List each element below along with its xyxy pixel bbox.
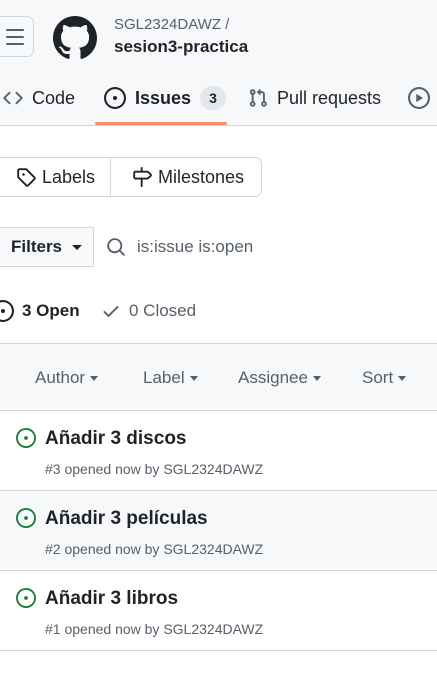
button-divider [110, 158, 111, 196]
issue-state-toggle: 3 Open 0 Closed [0, 298, 437, 324]
milestone-icon [133, 167, 152, 187]
issue-opened-icon [16, 588, 36, 608]
git-pull-request-icon [249, 88, 267, 107]
repo-name[interactable]: sesion3-practica [114, 37, 248, 57]
tab-actions[interactable] [408, 80, 437, 116]
milestones-button-label: Milestones [158, 166, 245, 187]
repo-tabs: Code Issues 3 Pull requests [0, 80, 437, 126]
hamburger-icon-bar [6, 43, 24, 45]
search-box[interactable] [93, 227, 437, 267]
sort-dropdown[interactable]: Sort [362, 368, 407, 388]
search-icon [107, 238, 125, 256]
github-logo-icon[interactable] [53, 16, 97, 60]
caret-down-icon [72, 244, 83, 250]
issue-title-link[interactable]: Añadir 3 películas [45, 508, 208, 530]
label-dropdown[interactable]: Label [143, 368, 198, 388]
closed-issues-link[interactable]: 0 Closed [101, 298, 196, 324]
tab-code-label: Code [32, 87, 76, 108]
active-tab-underline [95, 122, 227, 125]
labels-milestones-group: Labels Milestones [0, 157, 262, 197]
author-dropdown[interactable]: Author [35, 368, 99, 388]
filter-search-bar: Filters [0, 227, 437, 267]
open-issues-label: 3 Open [22, 301, 80, 320]
author-label: Author [35, 368, 86, 387]
repo-owner[interactable]: SGL2324DAWZ / [114, 16, 229, 33]
code-icon [3, 91, 23, 105]
tab-code[interactable]: Code [3, 80, 75, 116]
sort-label: Sort [362, 368, 394, 387]
filters-dropdown[interactable]: Filters [0, 228, 93, 266]
filters-label: Filters [11, 237, 63, 256]
assignee-label: Assignee [238, 368, 308, 387]
milestones-button[interactable]: Milestones [132, 158, 244, 196]
issues-filter-bar: Author Label Assignee Sort [0, 343, 437, 411]
issue-opened-icon [16, 508, 36, 528]
issues-count-badge: 3 [200, 86, 227, 110]
repo-header: SGL2324DAWZ / sesion3-practica Code Issu… [0, 0, 437, 126]
tab-issues-label: Issues [135, 87, 192, 108]
tab-pull-requests-label: Pull requests [277, 87, 382, 108]
closed-issues-label: 0 Closed [129, 301, 197, 320]
issue-opened-icon [104, 87, 126, 109]
issue-row[interactable]: Añadir 3 discos #3 opened now by SGL2324… [0, 411, 437, 491]
label-label: Label [143, 368, 185, 387]
issue-meta: #3 opened now by SGL2324DAWZ [45, 461, 264, 477]
issue-row[interactable]: Añadir 3 películas #2 opened now by SGL2… [0, 491, 437, 571]
play-icon [408, 87, 430, 109]
hamburger-icon [6, 29, 24, 31]
issue-title-link[interactable]: Añadir 3 discos [45, 428, 187, 450]
issue-opened-icon [0, 300, 14, 322]
labels-button-label: Labels [42, 166, 96, 187]
caret-down-icon [189, 375, 198, 381]
caret-down-icon [90, 375, 99, 381]
issue-row[interactable]: Añadir 3 libros #1 opened now by SGL2324… [0, 571, 437, 651]
tab-pull-requests[interactable]: Pull requests [248, 80, 381, 116]
issue-title-link[interactable]: Añadir 3 libros [45, 588, 178, 610]
open-issues-link[interactable]: 3 Open [0, 298, 80, 324]
issue-meta: #1 opened now by SGL2324DAWZ [45, 621, 264, 637]
caret-down-icon [312, 375, 321, 381]
tag-icon [17, 168, 36, 187]
search-input[interactable] [137, 237, 417, 257]
menu-button[interactable] [0, 16, 34, 57]
issue-meta: #2 opened now by SGL2324DAWZ [45, 541, 264, 557]
hamburger-icon-bar [6, 36, 24, 38]
issue-opened-icon [16, 428, 36, 448]
assignee-dropdown[interactable]: Assignee [238, 368, 321, 388]
caret-down-icon [398, 375, 407, 381]
labels-button[interactable]: Labels [16, 158, 95, 196]
tab-issues[interactable]: Issues 3 [104, 80, 227, 116]
check-icon [103, 306, 119, 317]
